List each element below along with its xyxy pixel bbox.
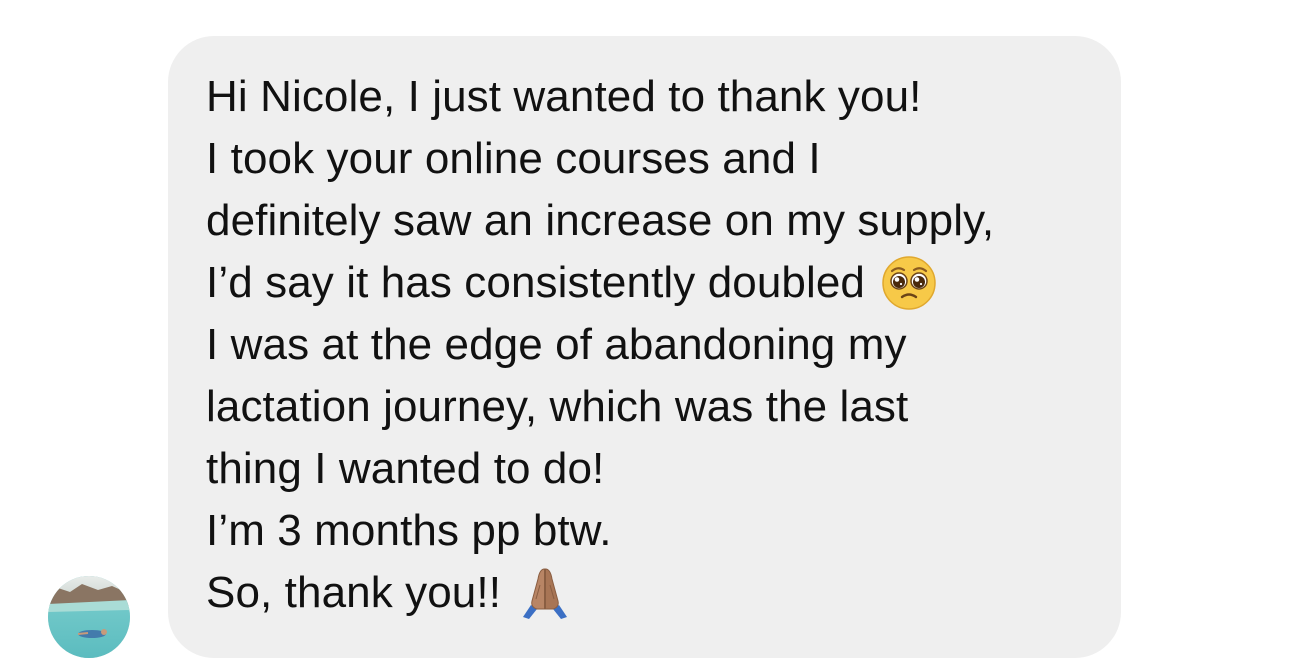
message-line: definitely saw an increase on my supply, (206, 196, 995, 245)
message-line: I took your online courses and I (206, 134, 821, 183)
folded-hands-icon (517, 565, 573, 621)
sender-avatar[interactable] (48, 576, 130, 658)
message-line: I’d say it has consistently doubled (206, 252, 994, 314)
message-line: lactation journey, which was the last (206, 382, 909, 431)
message-line: I was at the edge of abandoning my (206, 320, 907, 369)
message-line: Hi Nicole, I just wanted to thank you! (206, 72, 922, 121)
message-line: So, thank you!! (206, 562, 994, 624)
beach-swimmer-avatar-image (48, 576, 130, 658)
message-thread: Hi Nicole, I just wanted to thank you! I… (0, 0, 1289, 670)
pleading-face-icon (881, 255, 937, 311)
message-line: I’m 3 months pp btw. (206, 506, 612, 555)
message-line: thing I wanted to do! (206, 444, 605, 493)
message-text: Hi Nicole, I just wanted to thank you! I… (206, 66, 994, 624)
